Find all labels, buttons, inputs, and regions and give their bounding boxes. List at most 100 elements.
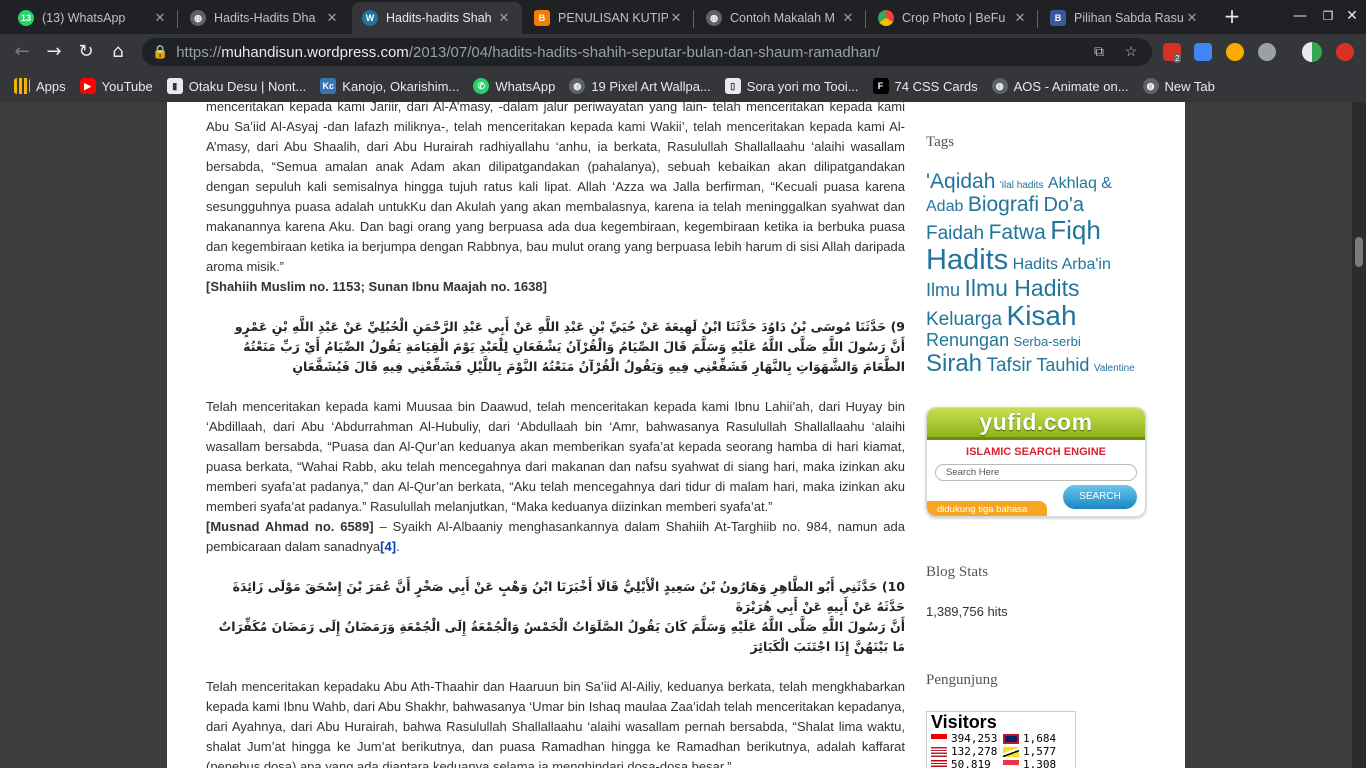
page-viewport: menceritakan kepada kami Jariir, dari Al… xyxy=(0,102,1352,768)
hadith-9-source: [Musnad Ahmad no. 6589] xyxy=(206,519,374,534)
hadith-8-translation: menceritakan kepada kami Jariir, dari Al… xyxy=(206,102,905,274)
hadith-9-translation: Telah menceritakan kepada kami Muusaa bi… xyxy=(206,399,905,514)
page-scrollbar[interactable] xyxy=(1352,102,1366,768)
close-icon[interactable]: ✕ xyxy=(1012,10,1028,26)
wordpress-icon: W xyxy=(362,10,378,26)
yufid-search-input[interactable]: Search Here xyxy=(935,464,1137,481)
tag-link[interactable]: Do'a xyxy=(1043,194,1084,216)
visitor-row-brunei: 1,577 xyxy=(1003,745,1075,758)
bookmark-label: YouTube xyxy=(101,78,153,94)
tag-link[interactable]: Renungan xyxy=(926,330,1009,350)
close-icon[interactable]: ✕ xyxy=(324,10,340,26)
tag-link[interactable]: 'ilal hadits xyxy=(1000,180,1044,191)
close-icon[interactable]: ✕ xyxy=(152,10,168,26)
reload-icon[interactable]: ↻ xyxy=(74,40,98,64)
update-arrow-icon[interactable] xyxy=(1336,43,1354,61)
close-icon[interactable]: ✕ xyxy=(1184,10,1200,26)
tag-link[interactable]: Ilmu xyxy=(926,280,960,300)
globe-icon: ◍ xyxy=(706,10,722,26)
flag-counter[interactable]: Visitors 394,253 1,684 132,278 1,577 50,… xyxy=(926,711,1076,768)
tab-hadits-dhaif[interactable]: ◍ Hadits-Hadits Dha ✕ xyxy=(180,2,350,34)
home-icon[interactable]: ⌂ xyxy=(106,40,130,64)
tab-pilihan-sabda[interactable]: B Pilihan Sabda Rasu ✕ xyxy=(1040,2,1210,34)
visitor-count: 394,253 xyxy=(951,732,998,745)
tag-link[interactable]: Kisah xyxy=(1007,300,1077,331)
bookmark-label: 19 Pixel Art Wallpa... xyxy=(591,78,711,94)
bookmark-sora-yori[interactable]: ▯ Sora yori mo Tooi... xyxy=(724,78,859,94)
blogger-icon: B xyxy=(534,10,550,26)
kc-icon: Kc xyxy=(320,78,337,94)
bookmark-css-cards[interactable]: F 74 CSS Cards xyxy=(872,78,978,94)
yufid-tagline: didukung tiga bahasa xyxy=(927,501,1047,516)
close-icon[interactable]: ✕ xyxy=(496,10,512,26)
extension-download-icon[interactable] xyxy=(1258,43,1276,61)
bookmark-new-tab[interactable]: ◍ New Tab xyxy=(1142,78,1215,94)
page-icon: ▯ xyxy=(724,78,741,94)
close-window-icon[interactable]: ✕ xyxy=(1342,6,1362,26)
globe-icon: ◍ xyxy=(1142,78,1159,94)
bookmark-apps[interactable]: Apps xyxy=(14,78,66,94)
visitors-label: Visitors xyxy=(931,712,997,732)
lock-icon: 🔒 xyxy=(152,44,169,59)
tag-link[interactable]: 'Aqidah xyxy=(926,170,995,193)
tags-widget-title: Tags xyxy=(926,134,955,150)
page-container: menceritakan kepada kami Jariir, dari Al… xyxy=(167,102,1185,768)
tab-title: Contoh Makalah M xyxy=(730,11,835,25)
tag-link[interactable]: Serba-serbi xyxy=(1014,334,1081,349)
tag-link[interactable]: Fatwa xyxy=(989,221,1046,245)
bookmark-pixel-art[interactable]: ◍ 19 Pixel Art Wallpa... xyxy=(569,78,711,94)
bookmark-youtube[interactable]: ▶ YouTube xyxy=(79,78,153,94)
close-icon[interactable]: ✕ xyxy=(668,10,684,26)
tag-link[interactable]: Hadits Arba'in xyxy=(1013,256,1111,273)
visitor-row-malaysia: 50,819 xyxy=(931,758,1003,768)
tab-separator xyxy=(693,10,694,28)
minimize-icon[interactable]: — xyxy=(1290,6,1310,26)
profile-avatar[interactable] xyxy=(1302,42,1322,62)
forward-arrow-icon[interactable]: → xyxy=(42,40,66,64)
scrollbar-thumb[interactable] xyxy=(1355,237,1363,267)
back-arrow-icon[interactable]: ← xyxy=(10,40,34,64)
hadith-9-matan-arabic: أَنَّ رَسُولَ اللَّهِ صَلَّى اللَّهُ عَل… xyxy=(243,339,905,374)
translate-icon[interactable]: ⧉ xyxy=(1090,43,1108,61)
bookmark-kanojo[interactable]: Kc Kanojo, Okarishim... xyxy=(320,78,459,94)
address-bar[interactable]: 🔒 https://muhandisun.wordpress.com/2013/… xyxy=(142,38,1152,66)
tag-link[interactable]: Valentine xyxy=(1094,363,1135,374)
footnote-link[interactable]: [4] xyxy=(380,539,396,554)
hadith-9-sanad-arabic: 9) حَدَّثَنَا مُوسَى بْنُ دَاوُدَ حَدَّث… xyxy=(234,319,905,334)
hadith-9-end: . xyxy=(396,539,400,554)
bookmark-label: Apps xyxy=(36,78,66,94)
tag-link[interactable]: Ilmu Hadits xyxy=(964,275,1079,301)
url-scheme: https:// xyxy=(176,43,222,61)
yufid-search-button[interactable]: SEARCH xyxy=(1063,485,1137,509)
whatsapp-icon: 13 xyxy=(18,10,34,26)
tag-link[interactable]: Hadits xyxy=(926,244,1008,276)
close-icon[interactable]: ✕ xyxy=(840,10,856,26)
tab-contoh-makalah[interactable]: ◍ Contoh Makalah M ✕ xyxy=(696,2,866,34)
tag-link[interactable]: Biografi xyxy=(968,193,1039,216)
chrome-icon xyxy=(878,10,894,26)
bookmark-star-icon[interactable]: ☆ xyxy=(1122,43,1140,61)
tag-link[interactable]: Keluarga xyxy=(926,309,1002,330)
tab-crop-photo[interactable]: Crop Photo | BeFu ✕ xyxy=(868,2,1038,34)
tab-whatsapp[interactable]: 13 (13) WhatsApp ✕ xyxy=(8,2,178,34)
tab-hadits-shahih[interactable]: W Hadits-hadits Shah ✕ xyxy=(352,2,522,34)
extension-orange-icon[interactable] xyxy=(1226,43,1244,61)
bookmark-otaku-desu[interactable]: ▮ Otaku Desu | Nont... xyxy=(166,78,306,94)
tag-link[interactable]: Sirah xyxy=(926,350,982,377)
tag-link[interactable]: Faidah xyxy=(926,223,984,245)
url-host: muhandisun.wordpress.com xyxy=(221,43,409,61)
b-icon: B xyxy=(1050,10,1066,26)
restore-icon[interactable]: ❐ xyxy=(1318,6,1338,26)
tag-link[interactable]: Tafsir xyxy=(986,355,1031,376)
tag-link[interactable]: Fiqh xyxy=(1050,215,1101,245)
tab-title: Crop Photo | BeFu xyxy=(902,11,1006,25)
globe-icon: ◍ xyxy=(991,78,1008,94)
tab-penulisan-kutip[interactable]: B PENULISAN KUTIP ✕ xyxy=(524,2,694,34)
yufid-header: yufid.com xyxy=(927,408,1145,440)
bookmark-aos[interactable]: ◍ AOS - Animate on... xyxy=(991,78,1129,94)
bookmark-whatsapp[interactable]: ✆ WhatsApp xyxy=(473,78,555,94)
new-tab-plus-icon[interactable]: + xyxy=(1221,6,1243,28)
tag-link[interactable]: Tauhid xyxy=(1036,355,1089,375)
google-translate-ext-icon[interactable] xyxy=(1194,43,1212,61)
hadith-9-reference: [Musnad Ahmad no. 6589] – Syaikh Al-Alba… xyxy=(206,517,905,557)
